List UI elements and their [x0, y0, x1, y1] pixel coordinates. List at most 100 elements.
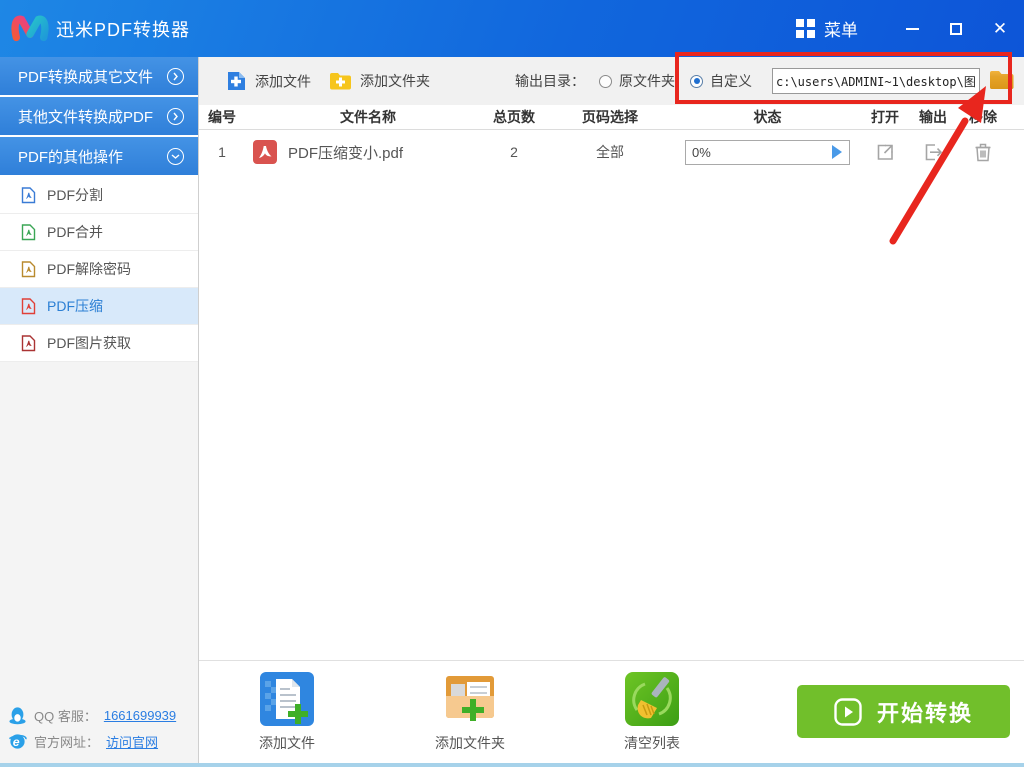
title-bar: 迅米PDF转换器 菜单 ✕ — [0, 0, 1024, 57]
radio-original-folder[interactable]: 原文件夹 — [599, 71, 675, 91]
radio-original-label: 原文件夹 — [619, 71, 675, 91]
browse-folder-button[interactable] — [987, 68, 1017, 94]
app-logo-icon — [10, 11, 50, 47]
radio-custom-folder[interactable]: 自定义 — [690, 71, 752, 91]
add-file-button[interactable]: 添加文件 — [226, 71, 311, 92]
remove-file-button[interactable] — [973, 141, 993, 163]
add-file-label: 添加文件 — [255, 71, 311, 91]
bottom-strip — [0, 763, 1024, 767]
qq-icon — [8, 706, 27, 725]
footer-clear-list-label: 清空列表 — [624, 733, 680, 753]
sidebar-filler: QQ 客服： 1661699939 e 官方网址： 访问官网 — [0, 362, 198, 763]
progress-value: 0% — [686, 145, 832, 160]
close-button[interactable]: ✕ — [992, 21, 1008, 37]
sidebar-item-pdf-extract-images[interactable]: PDF图片获取 — [0, 325, 198, 362]
official-site-link[interactable]: 访问官网 — [106, 732, 158, 751]
chevron-down-circle-icon — [167, 148, 184, 165]
sidebar-item-other-to-pdf[interactable]: 其他文件转换成PDF — [0, 97, 198, 137]
chevron-right-circle-icon — [167, 108, 184, 125]
file-list: 1 PDF压缩变小.pdf 2 全部 0% — [199, 130, 1024, 660]
clear-list-broom-icon — [625, 672, 679, 726]
sidebar-subitem-label: PDF解除密码 — [47, 259, 131, 279]
sidebar-subitem-label: PDF压缩 — [47, 296, 103, 316]
menu-label: 菜单 — [824, 16, 858, 41]
pdf-file-icon — [21, 335, 36, 352]
official-site-row: e 官方网址： 访问官网 — [8, 732, 176, 751]
open-file-button[interactable] — [874, 141, 896, 163]
output-path-input[interactable] — [772, 68, 980, 94]
menu-button[interactable]: 菜单 — [796, 16, 858, 41]
footer-add-file-button[interactable]: 添加文件 — [227, 672, 347, 753]
minimize-button[interactable] — [904, 21, 920, 37]
radio-checked-icon — [690, 75, 703, 88]
col-header-number: 编号 — [199, 107, 245, 127]
col-header-remove: 移除 — [956, 107, 1010, 127]
sidebar-item-label: PDF的其他操作 — [18, 146, 167, 167]
play-icon — [834, 698, 862, 726]
browse-folder-icon — [988, 68, 1016, 92]
pdf-file-icon — [21, 224, 36, 241]
add-folder-label: 添加文件夹 — [360, 71, 430, 91]
col-header-filename: 文件名称 — [245, 107, 483, 127]
pdf-file-icon — [21, 261, 36, 278]
add-file-icon — [226, 71, 247, 92]
table-header: 编号 文件名称 总页数 页码选择 状态 打开 输出 移除 — [199, 105, 1024, 130]
toolbar: 添加文件 添加文件夹 输出目录： 原文件夹 自定义 — [199, 57, 1024, 105]
sidebar-item-pdf-merge[interactable]: PDF合并 — [0, 214, 198, 251]
sidebar-item-pdf-decrypt[interactable]: PDF解除密码 — [0, 251, 198, 288]
chevron-right-circle-icon — [167, 68, 184, 85]
sidebar-item-label: PDF转换成其它文件 — [18, 66, 167, 87]
row-start-icon[interactable] — [832, 145, 842, 159]
sidebar-item-pdf-compress[interactable]: PDF压缩 — [0, 288, 198, 325]
pdf-red-icon — [253, 140, 277, 164]
open-external-icon — [874, 141, 896, 163]
start-convert-button[interactable]: 开始转换 — [797, 685, 1010, 738]
footer-add-file-label: 添加文件 — [259, 733, 315, 753]
row-page-select[interactable]: 全部 — [545, 142, 675, 162]
output-dir-label: 输出目录： — [515, 71, 585, 91]
qq-number-link[interactable]: 1661699939 — [104, 708, 176, 723]
footer-clear-list-button[interactable]: 清空列表 — [592, 672, 712, 753]
table-row: 1 PDF压缩变小.pdf 2 全部 0% — [199, 130, 1024, 174]
footer-add-file-icon — [260, 672, 314, 726]
footer-add-folder-icon — [443, 672, 497, 726]
add-folder-button[interactable]: 添加文件夹 — [329, 71, 430, 91]
sidebar-item-label: 其他文件转换成PDF — [18, 106, 167, 127]
row-status-cell: 0% — [675, 140, 860, 165]
footer-add-folder-button[interactable]: 添加文件夹 — [410, 672, 530, 753]
col-header-status: 状态 — [675, 107, 860, 127]
official-site-label: 官方网址： — [34, 732, 99, 751]
sidebar-subitem-label: PDF分割 — [47, 185, 103, 205]
sidebar: PDF转换成其它文件 其他文件转换成PDF PDF的其他操作 — [0, 57, 199, 763]
sidebar-subitem-label: PDF合并 — [47, 222, 103, 242]
row-number: 1 — [199, 144, 245, 160]
sidebar-item-pdf-split[interactable]: PDF分割 — [0, 177, 198, 214]
start-convert-label: 开始转换 — [877, 696, 973, 728]
pdf-file-icon — [21, 187, 36, 204]
footer-add-folder-label: 添加文件夹 — [435, 733, 505, 753]
ie-browser-icon: e — [8, 732, 27, 751]
export-icon — [922, 141, 944, 163]
row-filename: PDF压缩变小.pdf — [288, 142, 403, 163]
add-folder-icon — [329, 71, 352, 91]
qq-support-row: QQ 客服： 1661699939 — [8, 706, 176, 725]
pdf-file-icon — [21, 298, 36, 315]
radio-custom-label: 自定义 — [710, 71, 752, 91]
col-header-open: 打开 — [860, 107, 910, 127]
sidebar-item-pdf-to-other[interactable]: PDF转换成其它文件 — [0, 57, 198, 97]
maximize-button[interactable] — [948, 21, 964, 37]
trash-icon — [973, 141, 993, 163]
progress-bar: 0% — [685, 140, 850, 165]
row-filename-cell: PDF压缩变小.pdf — [245, 140, 483, 164]
main-panel: 添加文件 添加文件夹 输出目录： 原文件夹 自定义 — [199, 57, 1024, 763]
grid-menu-icon — [796, 19, 815, 38]
sidebar-item-pdf-other-ops[interactable]: PDF的其他操作 — [0, 137, 198, 177]
radio-icon — [599, 75, 612, 88]
col-header-pages: 总页数 — [483, 107, 545, 127]
col-header-output: 输出 — [910, 107, 956, 127]
app-window: 迅米PDF转换器 菜单 ✕ PDF转换成其它文件 其他文件转换成PDF — [0, 0, 1024, 767]
sidebar-subitem-label: PDF图片获取 — [47, 333, 131, 353]
col-header-page-select: 页码选择 — [545, 107, 675, 127]
qq-support-label: QQ 客服： — [34, 706, 97, 725]
open-output-button[interactable] — [922, 141, 944, 163]
